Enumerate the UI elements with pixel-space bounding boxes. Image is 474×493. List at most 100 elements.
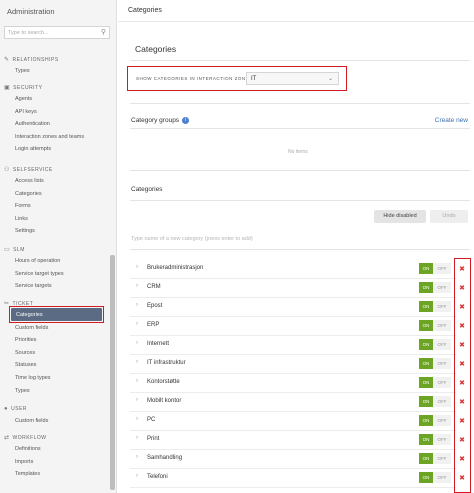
- toggle-off[interactable]: OFF: [433, 377, 451, 388]
- toggle-on[interactable]: ON: [419, 472, 433, 483]
- sidebar-scrollbar[interactable]: [110, 255, 115, 490]
- highlight-box-delete-column: [454, 258, 471, 493]
- category-row[interactable]: › Mobilt kontor ON OFF: [130, 393, 456, 412]
- sidebar-item[interactable]: Settings: [15, 228, 35, 234]
- toggle-on[interactable]: ON: [419, 377, 433, 388]
- zone-select[interactable]: IT ⌄: [246, 72, 339, 85]
- chevron-right-icon[interactable]: ›: [136, 302, 138, 308]
- category-row[interactable]: › PC ON OFF: [130, 412, 456, 431]
- toggle-on[interactable]: ON: [419, 434, 433, 445]
- category-row[interactable]: › Samhandling ON OFF: [130, 450, 456, 469]
- enabled-toggle[interactable]: ON OFF: [419, 320, 451, 331]
- toggle-on[interactable]: ON: [419, 320, 433, 331]
- sidebar-item[interactable]: Time log types: [15, 375, 51, 381]
- chevron-right-icon[interactable]: ›: [136, 435, 138, 441]
- toggle-on[interactable]: ON: [419, 282, 433, 293]
- toggle-off[interactable]: OFF: [433, 339, 451, 350]
- chevron-down-icon: ⌄: [327, 76, 333, 82]
- sidebar-item[interactable]: Hours of operation: [15, 258, 60, 264]
- chevron-right-icon[interactable]: ›: [136, 473, 138, 479]
- sidebar-item[interactable]: Definitions: [15, 446, 41, 452]
- sidebar-item[interactable]: Custom fields: [15, 325, 48, 331]
- toggle-on[interactable]: ON: [419, 301, 433, 312]
- chevron-right-icon[interactable]: ›: [136, 264, 138, 270]
- new-category-input[interactable]: Type name of a new category (press enter…: [131, 236, 253, 242]
- chevron-right-icon[interactable]: ›: [136, 283, 138, 289]
- sidebar-item[interactable]: Templates: [15, 471, 40, 477]
- sidebar-item[interactable]: Access lists: [15, 178, 44, 184]
- chevron-right-icon[interactable]: ›: [136, 397, 138, 403]
- sidebar-item[interactable]: Sources: [15, 350, 35, 356]
- sidebar-item[interactable]: Forms: [15, 203, 31, 209]
- enabled-toggle[interactable]: ON OFF: [419, 282, 451, 293]
- sidebar-item[interactable]: Service target types: [15, 271, 64, 277]
- category-row[interactable]: › ERP ON OFF: [130, 317, 456, 336]
- sidebar-item[interactable]: Priorities: [15, 337, 36, 343]
- chevron-right-icon[interactable]: ›: [136, 359, 138, 365]
- search-input[interactable]: Type to search... ⚲: [4, 26, 110, 39]
- sidebar-item[interactable]: Categories: [15, 191, 42, 197]
- toggle-off[interactable]: OFF: [433, 396, 451, 407]
- chevron-right-icon[interactable]: ›: [136, 321, 138, 327]
- sidebar-item[interactable]: Service targets: [15, 283, 52, 289]
- toggle-on[interactable]: ON: [419, 415, 433, 426]
- enabled-toggle[interactable]: ON OFF: [419, 434, 451, 445]
- enabled-toggle[interactable]: ON OFF: [419, 358, 451, 369]
- sidebar-item[interactable]: Login attempts: [15, 146, 51, 152]
- category-row[interactable]: › Kontorstøtte ON OFF: [130, 374, 456, 393]
- category-row[interactable]: › Telefoni ON OFF: [130, 469, 456, 488]
- sidebar-item[interactable]: Types: [15, 68, 30, 74]
- category-row[interactable]: › Brukeradministrasjon ON OFF: [130, 260, 456, 279]
- toggle-on[interactable]: ON: [419, 263, 433, 274]
- toggle-off[interactable]: OFF: [433, 453, 451, 464]
- undo-button[interactable]: Undo: [430, 210, 468, 223]
- enabled-toggle[interactable]: ON OFF: [419, 377, 451, 388]
- sidebar-item[interactable]: Custom fields: [15, 418, 48, 424]
- chevron-right-icon[interactable]: ›: [136, 378, 138, 384]
- category-row[interactable]: › Internett ON OFF: [130, 336, 456, 355]
- chevron-right-icon[interactable]: ›: [136, 340, 138, 346]
- category-name: PC: [147, 417, 156, 423]
- info-icon[interactable]: i: [182, 117, 190, 124]
- category-row[interactable]: › Print ON OFF: [130, 431, 456, 450]
- enabled-toggle[interactable]: ON OFF: [419, 339, 451, 350]
- hide-disabled-button[interactable]: Hide disabled: [374, 210, 426, 223]
- category-row[interactable]: › Epost ON OFF: [130, 298, 456, 317]
- toggle-off[interactable]: OFF: [433, 358, 451, 369]
- enabled-toggle[interactable]: ON OFF: [419, 415, 451, 426]
- sidebar-item[interactable]: Links: [15, 216, 28, 222]
- sidebar-item[interactable]: Authentication: [15, 121, 50, 127]
- toggle-on[interactable]: ON: [419, 339, 433, 350]
- toggle-off[interactable]: OFF: [433, 263, 451, 274]
- highlight-box-categories: [9, 306, 104, 323]
- enabled-toggle[interactable]: ON OFF: [419, 301, 451, 312]
- sidebar-item[interactable]: Agents: [15, 96, 32, 102]
- chevron-right-icon[interactable]: ›: [136, 416, 138, 422]
- toggle-off[interactable]: OFF: [433, 472, 451, 483]
- toggle-off[interactable]: OFF: [433, 415, 451, 426]
- toggle-on[interactable]: ON: [419, 453, 433, 464]
- create-new-link[interactable]: Create new: [435, 117, 468, 124]
- enabled-toggle[interactable]: ON OFF: [419, 472, 451, 483]
- category-name: Mobilt kontor: [147, 398, 182, 404]
- category-row[interactable]: › CRM ON OFF: [130, 279, 456, 298]
- toggle-off[interactable]: OFF: [433, 320, 451, 331]
- category-row[interactable]: › IT infrastruktur ON OFF: [130, 355, 456, 374]
- chevron-right-icon[interactable]: ›: [136, 454, 138, 460]
- enabled-toggle[interactable]: ON OFF: [419, 263, 451, 274]
- enabled-toggle[interactable]: ON OFF: [419, 453, 451, 464]
- categories-label: Categories: [131, 186, 163, 193]
- toggle-off[interactable]: OFF: [433, 301, 451, 312]
- sidebar-item[interactable]: Statuses: [15, 362, 36, 368]
- section-label: SECURITY: [13, 85, 43, 91]
- toggle-on[interactable]: ON: [419, 396, 433, 407]
- sidebar-item[interactable]: API keys: [15, 109, 37, 115]
- toggle-off[interactable]: OFF: [433, 282, 451, 293]
- sidebar-item[interactable]: Types: [15, 388, 30, 394]
- sidebar-item[interactable]: Imports: [15, 459, 33, 465]
- enabled-toggle[interactable]: ON OFF: [419, 396, 451, 407]
- sidebar-item[interactable]: Interaction zones and teams: [15, 134, 84, 140]
- sidebar: Administration Type to search... ⚲ ✎ RELA…: [0, 0, 117, 493]
- toggle-off[interactable]: OFF: [433, 434, 451, 445]
- toggle-on[interactable]: ON: [419, 358, 433, 369]
